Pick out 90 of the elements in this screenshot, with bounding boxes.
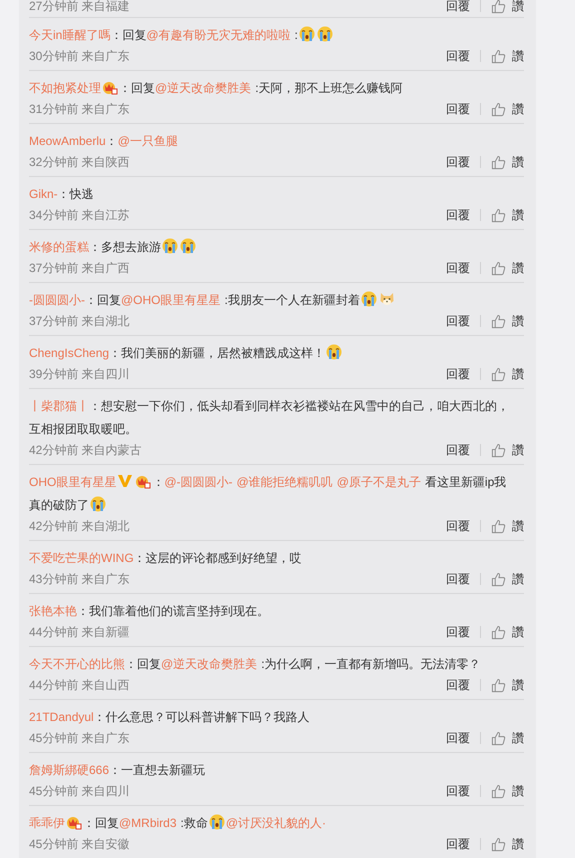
reply-button[interactable]: 回覆 xyxy=(446,366,470,382)
like-button[interactable]: 讚 xyxy=(491,206,524,224)
reply-button[interactable]: 回覆 xyxy=(446,100,470,118)
thumbs-up-icon xyxy=(491,442,506,458)
thumbs-up-icon xyxy=(491,730,506,746)
reply-button[interactable]: 回覆 xyxy=(446,570,470,588)
comment-meta: 42分钟前 来自湖北 xyxy=(29,518,130,534)
like-button[interactable]: 讚 xyxy=(491,100,524,118)
thumbs-up-icon xyxy=(491,314,506,328)
reply-button[interactable]: 回覆 xyxy=(446,312,470,330)
reply-button[interactable]: 回覆 xyxy=(446,442,470,458)
like-button[interactable]: 讚 xyxy=(491,442,524,458)
comment-text: 丨柴郡猫丨：想安慰一下你们，低头却看到同样衣衫褴褛站在风雪中的自己，咱大西北的，互相报团取取暖吧。 xyxy=(29,398,510,438)
comment-meta: 34分钟前 来自江苏 xyxy=(29,206,130,224)
comment-meta: 31分钟前 来自广东 xyxy=(29,100,130,118)
thumbs-up-icon xyxy=(491,48,506,64)
comment-meta: 42分钟前 来自内蒙古 xyxy=(29,442,142,458)
thumbs-up-icon xyxy=(491,260,506,276)
crying-emoji-icon xyxy=(162,238,178,254)
like-button[interactable]: 讚 xyxy=(491,782,524,800)
reply-button[interactable]: 回覆 xyxy=(446,676,470,694)
comment-text: OHO眼里有星星 ：@-圆圆圆小- @谁能拒绝糯叽叽 @原子不是丸子 看这里新疆ip我真的破防了 xyxy=(29,472,508,514)
crying-emoji-icon xyxy=(298,26,315,42)
comment-meta: 37分钟前 来自广西 xyxy=(29,260,130,276)
thumbs-up-icon xyxy=(491,678,506,692)
dog-emoji-icon xyxy=(378,291,395,307)
comment-text: 米修的蛋糕：多想去旅游 xyxy=(29,236,524,259)
crown-badge-icon xyxy=(135,473,152,489)
crying-emoji-icon xyxy=(316,26,333,42)
comment-text: 不如抱紧处理 ：回复@逆天改命樊胜美 :天阿，那不上班怎么赚钱阿 xyxy=(29,78,404,97)
crying-emoji-icon xyxy=(180,238,196,254)
thumbs-up-icon xyxy=(491,836,506,852)
like-button[interactable]: 讚 xyxy=(491,260,524,276)
like-button[interactable]: 讚 xyxy=(491,518,524,534)
verified-badge-icon xyxy=(117,473,134,489)
comment-meta: 44分钟前 来自山西 xyxy=(29,676,130,694)
thumbs-up-icon xyxy=(491,208,506,222)
like-button[interactable]: 讚 xyxy=(491,836,524,852)
comment-text: 不爱吃芒果的WING：这层的评论都感到好绝望，哎 xyxy=(29,550,303,567)
comment-meta: 45分钟前 来自安徽 xyxy=(29,836,130,852)
comment-meta: 44分钟前 来自新疆 xyxy=(29,624,130,640)
like-button[interactable]: 讚 xyxy=(491,154,524,170)
comment-text: Gikn-：快逃 xyxy=(29,186,95,203)
comment-meta: 43分钟前 来自广东 xyxy=(29,570,130,588)
comment-meta: 32分钟前 来自陕西 xyxy=(29,154,130,170)
reply-button[interactable]: 回覆 xyxy=(446,836,470,852)
thumbs-up-icon xyxy=(491,0,506,14)
like-button[interactable]: 讚 xyxy=(491,48,524,64)
comment-text: 张艳本艳：我们靠着他们的谎言坚持到现在。 xyxy=(29,603,270,620)
like-button[interactable]: 讚 xyxy=(491,730,524,746)
thumbs-up-icon xyxy=(491,102,506,116)
comment-text: -圆圆圆小-：回复@OHO眼里有星星 :我朋友一个人在新疆封着 xyxy=(29,289,524,312)
crying-emoji-icon xyxy=(90,496,106,512)
like-button[interactable]: 讚 xyxy=(491,624,524,640)
like-button[interactable]: 讚 xyxy=(491,312,524,330)
reply-button[interactable]: 回覆 xyxy=(446,624,470,640)
thumbs-up-icon xyxy=(491,154,506,170)
comment-text: ChengIsCheng：我们美丽的新疆，居然被糟践成这样！ xyxy=(29,342,524,365)
comment-text: 乖乖伊 ：回复@MRbird3 :救命 @讨厌没礼貌的人· xyxy=(29,813,328,832)
comment-meta: 39分钟前 来自四川 xyxy=(29,366,130,382)
reply-button[interactable]: 回覆 xyxy=(446,0,470,14)
crying-emoji-icon xyxy=(360,291,377,307)
thumbs-up-icon xyxy=(491,518,506,534)
like-button[interactable]: 讚 xyxy=(491,570,524,588)
comment-text: 詹姆斯綁硬666：一直想去新疆玩 xyxy=(29,762,206,779)
comment-meta: 30分钟前 来自广东 xyxy=(29,48,130,64)
reply-button[interactable]: 回覆 xyxy=(446,154,470,170)
comment-meta: 37分钟前 来自湖北 xyxy=(29,312,130,330)
reply-button[interactable]: 回覆 xyxy=(446,730,470,746)
reply-button[interactable]: 回覆 xyxy=(446,782,470,800)
comment-meta: 45分钟前 来自广东 xyxy=(29,730,130,746)
reply-button[interactable]: 回覆 xyxy=(446,206,470,224)
comment-meta: 45分钟前 来自四川 xyxy=(29,782,130,800)
like-button[interactable]: 讚 xyxy=(491,366,524,382)
reply-button[interactable]: 回覆 xyxy=(446,260,470,276)
reply-button[interactable]: 回覆 xyxy=(446,518,470,534)
reply-button[interactable]: 回覆 xyxy=(446,48,470,64)
comment-text: 今天in睡醒了嗎：回复@有趣有盼无灾无难的啦啦 : xyxy=(29,24,524,47)
thumbs-up-icon xyxy=(491,572,506,586)
like-button[interactable]: 讚 xyxy=(491,676,524,694)
crown-badge-icon xyxy=(102,79,118,95)
thumbs-up-icon xyxy=(491,366,506,382)
crying-emoji-icon xyxy=(326,344,342,360)
crying-emoji-icon xyxy=(208,814,225,830)
comment-text: 今天不开心的比熊：回复@逆天改命樊胜美 :为什么啊，一直都有新增吗。无法清零？ xyxy=(29,656,482,673)
thumbs-up-icon xyxy=(491,784,506,798)
thumbs-up-icon xyxy=(491,624,506,640)
crown-badge-icon xyxy=(66,814,82,830)
comment-text: MeowAmberlu：@一只鱼腿 xyxy=(29,133,179,150)
comment-text: 21TDandyul：什么意思？可以科普讲解下吗？我路人 xyxy=(29,709,311,726)
